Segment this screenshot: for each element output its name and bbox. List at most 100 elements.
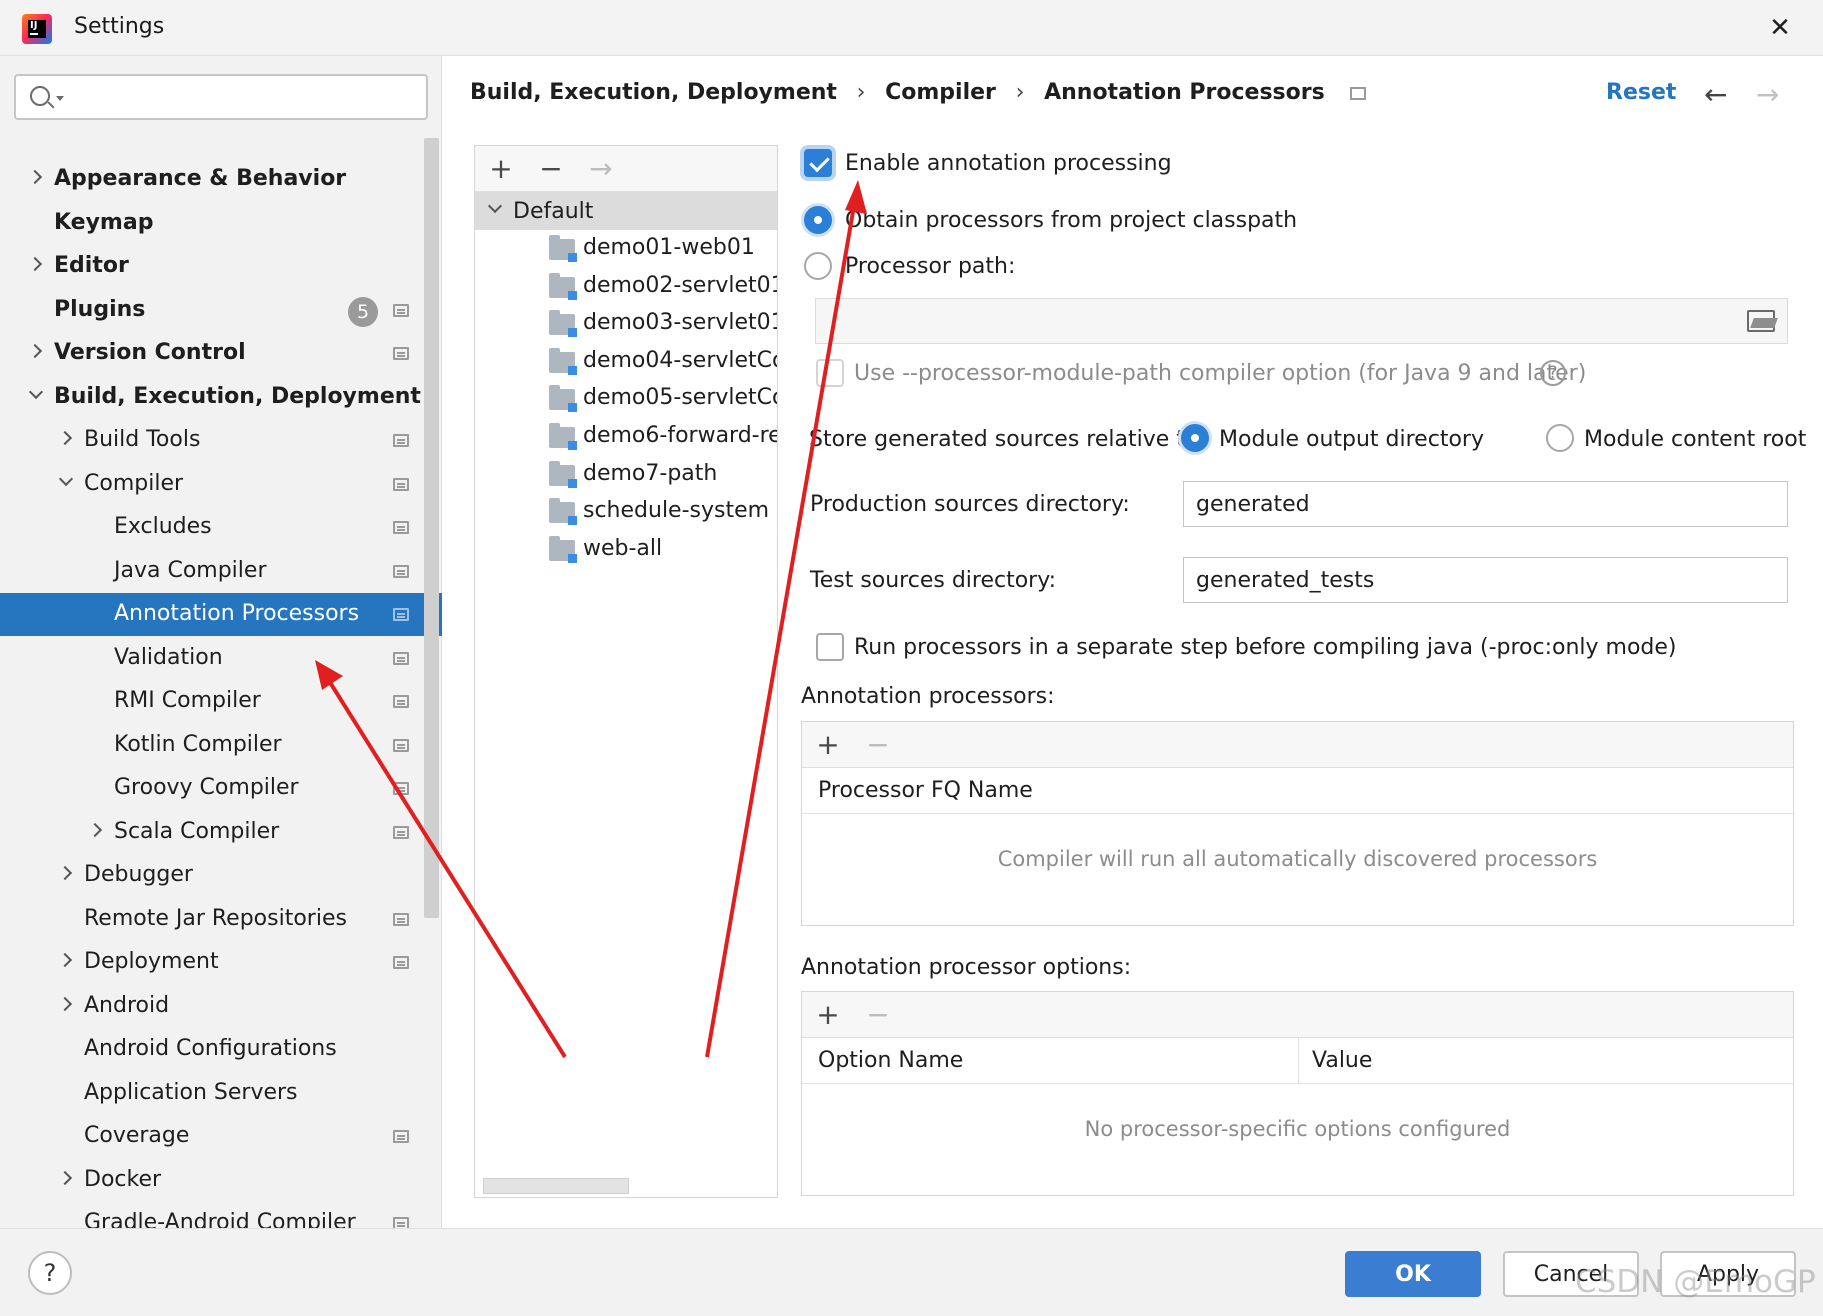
module-item[interactable]: demo01-web01 <box>475 230 777 268</box>
sidebar-item-coverage[interactable]: Coverage <box>0 1115 442 1158</box>
sidebar-item-excludes[interactable]: Excludes <box>0 506 442 549</box>
sidebar-item-android[interactable]: Android <box>0 985 442 1028</box>
module-folder-icon <box>549 347 577 375</box>
forward-arrow-icon[interactable]: → <box>1756 78 1779 112</box>
module-item[interactable]: schedule-system <box>475 493 777 531</box>
chevron-right-icon[interactable] <box>58 431 72 445</box>
run-separate-step-checkbox[interactable] <box>816 633 844 661</box>
production-sources-field[interactable] <box>1183 481 1788 527</box>
chevron-right-icon[interactable] <box>28 170 42 184</box>
sidebar-item-docker[interactable]: Docker <box>0 1159 442 1202</box>
module-label: demo03-servlet01 <box>583 310 778 336</box>
chevron-right-icon[interactable] <box>28 257 42 271</box>
add-option-button[interactable]: + <box>812 998 844 1032</box>
enable-annotation-processing-checkbox[interactable] <box>804 149 832 177</box>
sidebar-item-rmi-compiler[interactable]: RMI Compiler <box>0 680 442 723</box>
processor-path-radio[interactable] <box>804 252 832 280</box>
add-profile-button[interactable]: + <box>485 152 517 186</box>
chevron-right-icon[interactable] <box>58 953 72 967</box>
chevron-right-icon[interactable] <box>58 1171 72 1185</box>
options-table-header: Option Name Value <box>802 1038 1793 1084</box>
modules-horizontal-scrollbar[interactable] <box>483 1178 629 1194</box>
sidebar-item-label: Excludes <box>114 514 212 539</box>
breadcrumb-item[interactable]: Build, Execution, Deployment <box>470 80 837 105</box>
enable-annotation-processing-label[interactable]: Enable annotation processing <box>845 151 1172 176</box>
module-item[interactable]: web-all <box>475 531 777 569</box>
sidebar-item-label: Scala Compiler <box>114 818 280 844</box>
sidebar-item-validation[interactable]: Validation <box>0 637 442 680</box>
sidebar-item-java-compiler[interactable]: Java Compiler <box>0 550 442 593</box>
test-sources-field[interactable] <box>1183 557 1788 603</box>
processor-path-label[interactable]: Processor path: <box>845 254 1015 279</box>
sidebar-item-groovy-compiler[interactable]: Groovy Compiler <box>0 767 442 810</box>
use-module-path-checkbox[interactable] <box>816 359 844 387</box>
chevron-right-icon[interactable] <box>58 997 72 1011</box>
module-item[interactable]: demo05-servletCon <box>475 380 777 418</box>
test-sources-input[interactable] <box>1196 566 1739 594</box>
back-arrow-icon[interactable]: ← <box>1704 78 1727 112</box>
help-button[interactable]: ? <box>28 1251 72 1295</box>
sidebar-item-scala-compiler[interactable]: Scala Compiler <box>0 811 442 854</box>
options-toolbar: + − <box>802 992 1793 1038</box>
close-icon[interactable]: ✕ <box>1762 10 1798 46</box>
settings-search[interactable] <box>14 74 428 120</box>
reset-link[interactable]: Reset <box>1606 80 1676 105</box>
processor-path-input[interactable] <box>828 307 1702 335</box>
sidebar-item-deployment[interactable]: Deployment <box>0 941 442 984</box>
run-separate-step-label[interactable]: Run processors in a separate step before… <box>854 635 1677 660</box>
ok-button[interactable]: OK <box>1345 1251 1481 1297</box>
sidebar-item-version-control[interactable]: Version Control <box>0 332 442 375</box>
sidebar-item-label: Android Configurations <box>84 1036 337 1061</box>
processor-path-field[interactable] <box>815 298 1788 344</box>
chevron-down-icon[interactable] <box>58 475 72 489</box>
module-item[interactable]: demo6-forward-rec <box>475 418 777 456</box>
chevron-down-icon[interactable] <box>28 388 42 402</box>
module-item[interactable]: demo7-path <box>475 456 777 494</box>
open-folder-icon[interactable] <box>1747 310 1775 332</box>
sidebar-item-kotlin-compiler[interactable]: Kotlin Compiler <box>0 724 442 767</box>
sidebar-scrollbar[interactable] <box>424 138 439 918</box>
move-to-profile-button[interactable]: → <box>585 152 617 186</box>
module-output-directory-label[interactable]: Module output directory <box>1219 427 1484 452</box>
sidebar-item-build-execution-deployment[interactable]: Build, Execution, Deployment <box>0 376 442 419</box>
remove-profile-button[interactable]: − <box>535 152 567 186</box>
processor-fq-name-column[interactable]: Processor FQ Name <box>818 778 1033 803</box>
obtain-from-classpath-radio[interactable] <box>804 206 832 234</box>
sidebar-item-keymap[interactable]: Keymap <box>0 202 442 245</box>
remove-option-button[interactable]: − <box>862 998 894 1032</box>
value-column[interactable]: Value <box>1312 1048 1372 1073</box>
sidebar-item-editor[interactable]: Editor <box>0 245 442 288</box>
use-module-path-label[interactable]: Use --processor-module-path compiler opt… <box>854 361 1586 386</box>
production-sources-input[interactable] <box>1196 490 1739 518</box>
chevron-right-icon[interactable] <box>88 823 102 837</box>
add-processor-button[interactable]: + <box>812 728 844 762</box>
help-icon[interactable]: ? <box>1540 360 1566 386</box>
breadcrumb-item[interactable]: Compiler <box>885 80 996 105</box>
sidebar-item-appearance-behavior[interactable]: Appearance & Behavior <box>0 158 442 201</box>
sidebar-item-build-tools[interactable]: Build Tools <box>0 419 442 462</box>
sidebar-item-compiler[interactable]: Compiler <box>0 463 442 506</box>
option-name-column[interactable]: Option Name <box>818 1048 963 1073</box>
search-options-caret-icon[interactable] <box>56 96 64 101</box>
module-content-root-radio[interactable] <box>1546 424 1574 452</box>
sidebar-item-debugger[interactable]: Debugger <box>0 854 442 897</box>
sidebar-item-android-configurations[interactable]: Android Configurations <box>0 1028 442 1071</box>
chevron-right-icon[interactable] <box>58 866 72 880</box>
sidebar-item-remote-jar-repositories[interactable]: Remote Jar Repositories <box>0 898 442 941</box>
module-output-directory-radio[interactable] <box>1181 424 1209 452</box>
default-profile-node[interactable]: Default <box>475 192 777 230</box>
sidebar-item-application-servers[interactable]: Application Servers <box>0 1072 442 1115</box>
chevron-down-icon[interactable] <box>487 202 501 216</box>
module-item[interactable]: demo04-servletCon <box>475 343 777 381</box>
module-item[interactable]: demo03-servlet01 <box>475 305 778 343</box>
remove-processor-button[interactable]: − <box>862 728 894 762</box>
sidebar-item-annotation-processors[interactable]: Annotation Processors <box>0 593 442 636</box>
sidebar-item-label: Deployment <box>84 949 219 974</box>
module-item[interactable]: demo02-servlet01 <box>475 268 777 306</box>
chevron-right-icon[interactable] <box>28 344 42 358</box>
module-content-root-label[interactable]: Module content root <box>1584 427 1806 452</box>
obtain-from-classpath-label[interactable]: Obtain processors from project classpath <box>845 208 1297 233</box>
search-input[interactable] <box>72 82 412 112</box>
sidebar-item-plugins[interactable]: Plugins 5 <box>0 289 442 332</box>
column-divider[interactable] <box>1298 1038 1299 1084</box>
